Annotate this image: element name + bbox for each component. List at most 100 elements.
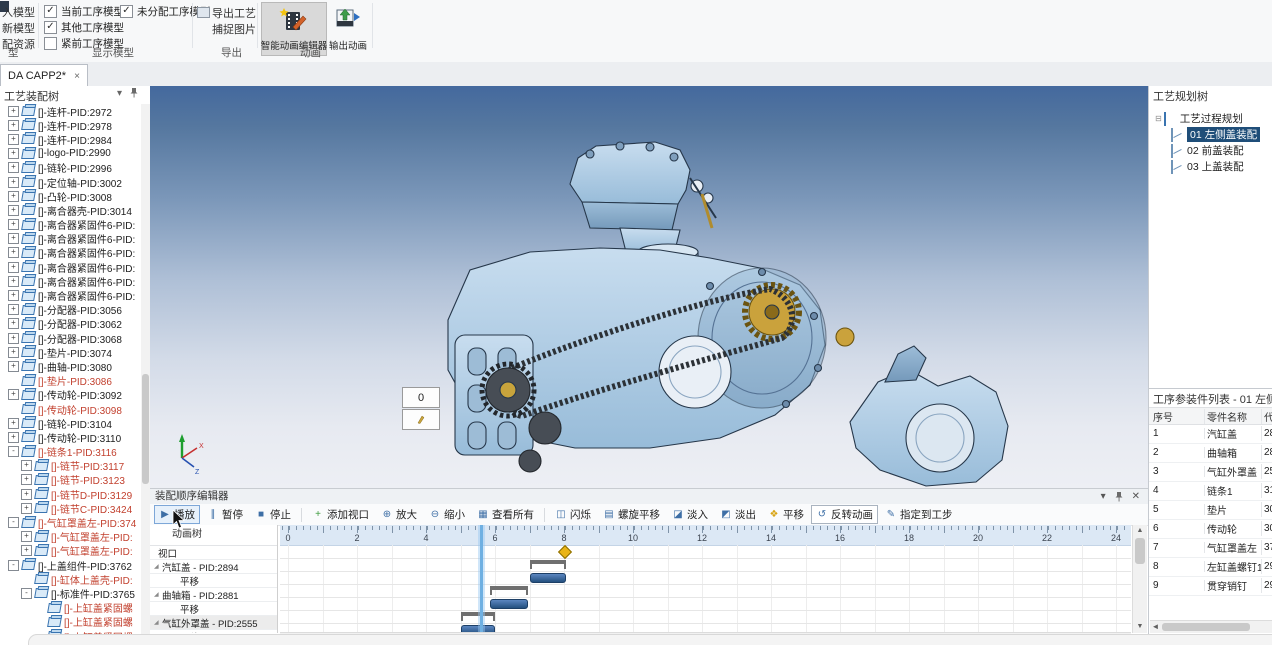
tree-expander-icon[interactable]: - [8, 446, 19, 457]
tree-expander-icon[interactable]: + [8, 148, 19, 159]
tree-item[interactable]: +[]-连杆-PID:2978 [0, 118, 141, 132]
tree-expander-icon[interactable]: + [8, 177, 19, 188]
tree-item[interactable]: +[]-垫片-PID:3086 [0, 374, 141, 388]
pause-button[interactable]: ∥暂停 [202, 505, 248, 524]
ribbon-button-new-model[interactable]: 新模型 [2, 20, 35, 36]
tree-expander-icon[interactable]: + [8, 205, 19, 216]
summary-bar[interactable] [530, 560, 566, 564]
summary-bar[interactable] [490, 586, 528, 590]
tree-item[interactable]: +[]-连杆-PID:2972 [0, 104, 141, 118]
tree-expander-icon[interactable]: + [8, 276, 19, 287]
animation-bar[interactable] [530, 573, 567, 583]
gantt-chart-area[interactable]: 024681012141618202224 [280, 525, 1131, 633]
keyframe-marker-box[interactable] [402, 409, 440, 430]
pan-button[interactable]: ❖平移 [763, 505, 809, 524]
tree-expander-icon[interactable]: + [8, 219, 19, 230]
tree-expander-icon[interactable]: + [8, 290, 19, 301]
collapse-icon[interactable]: ⊟ [1155, 114, 1162, 123]
tree-item[interactable]: +[]-离合器紧固件6-PID: [0, 232, 141, 246]
timeline-ruler[interactable]: 024681012141618202224 [280, 525, 1131, 546]
tree-item[interactable]: +[]-传动轮-PID:3110 [0, 430, 141, 444]
tree-item[interactable]: -[]-标准件-PID:3765 [0, 586, 141, 600]
3d-viewport[interactable]: X Z 0 [150, 86, 1148, 488]
tree-item[interactable]: +[]-链节C-PID:3424 [0, 501, 141, 515]
tree-expander-icon[interactable]: + [21, 531, 32, 542]
checkbox-box-icon[interactable]: ✓ [120, 5, 133, 18]
tree-expander-icon[interactable]: + [8, 418, 19, 429]
table-row[interactable]: 7气缸罩盖左37 [1149, 538, 1272, 558]
assembly-tree-scrollbar[interactable] [141, 104, 150, 645]
row-expander-icon[interactable]: ◢ [154, 591, 162, 598]
checkbox-box-icon[interactable] [44, 37, 57, 50]
table-row[interactable]: 4链条131 [1149, 481, 1272, 501]
tree-item[interactable]: +[]-气缸罩盖左-PID: [0, 530, 141, 544]
pin-icon[interactable] [1115, 492, 1123, 502]
keyframe-diamond[interactable] [558, 545, 572, 559]
zoom-in-button[interactable]: ⊕放大 [376, 505, 422, 524]
tree-expander-icon[interactable]: + [8, 318, 19, 329]
reverse-animation-button[interactable]: ↺反转动画 [811, 505, 878, 524]
ribbon-button-import-model[interactable]: 入模型 [2, 4, 35, 20]
gantt-tree-row[interactable]: ◢气缸外罩盖 - PID:2555 [150, 616, 277, 630]
tree-expander-icon[interactable]: + [8, 233, 19, 244]
table-row[interactable]: 9贯穿销钉29 [1149, 576, 1272, 596]
tree-item[interactable]: +[]-传动轮-PID:3092 [0, 388, 141, 402]
add-viewport-button[interactable]: +添加视口 [307, 505, 374, 524]
tree-item[interactable]: +[]-凸轮-PID:3008 [0, 189, 141, 203]
tree-item[interactable]: +[]-链节-PID:3123 [0, 473, 141, 487]
tree-expander-icon[interactable]: + [8, 347, 19, 358]
planning-tree-root[interactable]: ⊟ 工艺过程规划 [1149, 110, 1272, 126]
checkbox-box-icon[interactable]: ✓ [44, 5, 57, 18]
tree-item[interactable]: +[]-离合器紧固件6-PID: [0, 274, 141, 288]
zoom-out-button[interactable]: ⊖缩小 [424, 505, 470, 524]
gantt-vscrollbar[interactable]: ▲ ▼ [1132, 525, 1147, 633]
tree-expander-icon[interactable]: + [8, 106, 19, 117]
row-expander-icon[interactable]: ◢ [154, 619, 162, 626]
play-button[interactable]: ▶播放 [154, 505, 200, 524]
tree-expander-icon[interactable]: + [21, 460, 32, 471]
tree-expander-icon[interactable]: + [8, 262, 19, 273]
tree-item[interactable]: +[]-垫片-PID:3074 [0, 345, 141, 359]
flash-button[interactable]: ◫闪烁 [550, 505, 596, 524]
panel-dropdown-icon[interactable]: ▾ [1101, 491, 1106, 502]
tree-expander-icon[interactable]: + [21, 545, 32, 556]
tree-item[interactable]: +[]-链轮-PID:2996 [0, 161, 141, 175]
tree-item[interactable]: +[]-logo-PID:2990 [0, 147, 141, 161]
tree-item[interactable]: +[]-曲轴-PID:3080 [0, 359, 141, 373]
planning-tree-item[interactable]: 02 前盖装配 [1149, 142, 1272, 158]
tree-expander-icon[interactable]: + [21, 503, 32, 514]
engine-model-3d[interactable]: X Z [150, 86, 1148, 488]
animation-bar[interactable] [490, 599, 528, 609]
tree-expander-icon[interactable]: + [8, 120, 19, 131]
tree-item[interactable]: +[]-离合器壳-PID:3014 [0, 203, 141, 217]
tree-expander-icon[interactable]: + [8, 191, 19, 202]
planning-tree-item[interactable]: 03 上盖装配 [1149, 158, 1272, 174]
fade-in-button[interactable]: ◪淡入 [667, 505, 713, 524]
tree-expander-icon[interactable]: - [8, 517, 19, 528]
tree-item[interactable]: +[]-连杆-PID:2984 [0, 132, 141, 146]
tree-item[interactable]: +[]-分配器-PID:3062 [0, 317, 141, 331]
spiral-pan-button[interactable]: ▤螺旋平移 [598, 505, 665, 524]
table-row[interactable]: 5垫片30 [1149, 500, 1272, 520]
tree-item[interactable]: +[]-离合器紧固件6-PID: [0, 246, 141, 260]
tree-expander-icon[interactable]: + [8, 432, 19, 443]
tree-expander-icon[interactable]: + [21, 489, 32, 500]
table-row[interactable]: 3气缸外罩盖25 [1149, 462, 1272, 482]
gantt-tree-row[interactable]: 视口 [150, 546, 277, 560]
tree-item[interactable]: +[]-链节-PID:3117 [0, 459, 141, 473]
tree-item[interactable]: +[]-缸体上盖壳-PID: [0, 572, 141, 586]
frame-counter-box[interactable]: 0 [402, 387, 440, 408]
tab-da-capp2[interactable]: DA CAPP2* × [0, 64, 88, 87]
tree-item[interactable]: +[]-定位轴-PID:3002 [0, 175, 141, 189]
tree-expander-icon[interactable]: - [21, 588, 32, 599]
assign-to-step-button[interactable]: ✎指定到工步 [880, 505, 958, 524]
fade-out-button[interactable]: ◩淡出 [715, 505, 761, 524]
panel-dropdown-icon[interactable]: ▾ [117, 88, 122, 99]
tree-item[interactable]: +[]-传动轮-PID:3098 [0, 402, 141, 416]
stop-button[interactable]: ■停止 [250, 505, 296, 524]
tree-expander-icon[interactable]: + [8, 333, 19, 344]
tree-item[interactable]: -[]-上盖组件-PID:3762 [0, 558, 141, 572]
tree-expander-icon[interactable]: + [21, 474, 32, 485]
output-animation-button[interactable]: 输出动画 [326, 2, 370, 56]
export-process-button[interactable]: 导出工艺 [212, 5, 256, 21]
